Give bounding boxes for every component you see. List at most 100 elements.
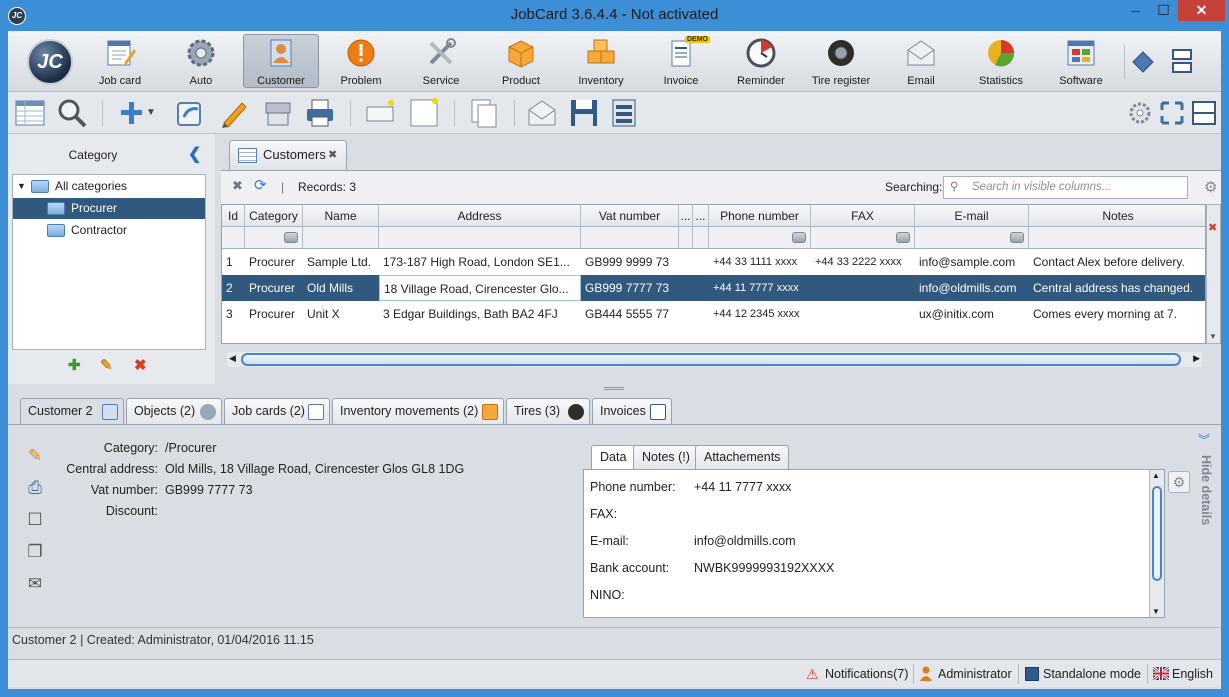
refresh-icon[interactable]: ⟳ (254, 176, 267, 194)
column-header-more-1[interactable]: ... (679, 205, 693, 226)
data-panel-scrollbar[interactable]: ▲ ▼ (1149, 470, 1164, 617)
tree-item-all-categories[interactable]: ▼ All categories (13, 176, 205, 197)
ribbon-email-button[interactable]: Email (883, 34, 959, 88)
ribbon-software-button[interactable]: Software (1043, 34, 1119, 88)
jobcard-logo[interactable]: JC (27, 39, 73, 85)
settings-gear-icon[interactable] (1124, 97, 1156, 129)
ribbon-tire-register-button[interactable]: Tire register (803, 34, 879, 88)
ribbon-job-card-button[interactable]: Job card (82, 34, 158, 88)
add-category-icon[interactable]: ✚ (68, 356, 81, 374)
tab-invoices[interactable]: Invoices (592, 398, 672, 424)
tab-job-cards[interactable]: Job cards (2) (224, 398, 330, 424)
grid-vertical-scrollbar[interactable]: ✖ ▼ (1206, 204, 1221, 344)
scroll-down-icon[interactable]: ▼ (1209, 332, 1217, 341)
filter-cell[interactable] (245, 227, 303, 248)
fullscreen-icon[interactable] (1156, 97, 1188, 129)
column-header-vat-number[interactable]: Vat number (581, 205, 679, 226)
save-icon[interactable] (568, 97, 600, 129)
clear-filter-icon[interactable]: ✖ (232, 178, 243, 194)
layout-icon[interactable] (1167, 46, 1199, 78)
tab-objects[interactable]: Objects (2) (126, 398, 222, 424)
maximize-button[interactable]: ☐ (1150, 0, 1177, 21)
horizontal-splitter-grip[interactable] (604, 387, 624, 390)
table-row[interactable]: 3 Procurer Unit X 3 Edgar Buildings, Bat… (222, 301, 1205, 327)
chevron-down-icon[interactable]: ▼ (144, 97, 158, 129)
filter-cell[interactable] (1029, 227, 1205, 248)
column-header-email[interactable]: E-mail (915, 205, 1029, 226)
tree-item-procurer[interactable]: Procurer (13, 198, 205, 219)
duplicate-icon[interactable] (468, 97, 500, 129)
close-button[interactable]: ✕ (1178, 0, 1225, 21)
clear-icon[interactable]: ✖ (1208, 221, 1217, 234)
scroll-thumb[interactable] (241, 353, 1181, 366)
filter-cell[interactable] (709, 227, 811, 248)
envelope-send-icon[interactable] (526, 97, 558, 129)
ribbon-service-button[interactable]: Service (403, 34, 479, 88)
tab-tires[interactable]: Tires (3) (506, 398, 590, 424)
envelope-icon[interactable]: ✉ (24, 573, 46, 595)
tree-expand-icon[interactable]: ▼ (17, 176, 26, 197)
mode-indicator[interactable]: Standalone mode (1023, 665, 1141, 683)
filter-cell[interactable] (679, 227, 693, 248)
delete-shredder-icon[interactable] (262, 97, 294, 129)
filter-icon[interactable] (284, 232, 298, 243)
hide-details-toggle[interactable]: Hide details (1197, 455, 1213, 525)
tab-customers[interactable]: Customers ✖ (229, 140, 347, 170)
subtab-notes[interactable]: Notes (!) (633, 445, 699, 469)
column-header-category[interactable]: Category (245, 205, 303, 226)
table-row-selected[interactable]: 2 Procurer Old Mills 18 Village Road, Ci… (222, 275, 1205, 301)
minimize-button[interactable]: – (1122, 0, 1149, 21)
ribbon-reminder-button[interactable]: Reminder (723, 34, 799, 88)
note-new-icon[interactable] (408, 97, 440, 129)
filter-cell[interactable] (915, 227, 1029, 248)
cell-address-focused[interactable]: 18 Village Road, Cirencester Glo... (379, 275, 581, 301)
scroll-right-icon[interactable]: ▶ (1193, 353, 1200, 364)
filter-cell[interactable] (693, 227, 709, 248)
label-new-icon[interactable] (364, 97, 396, 129)
scroll-up-icon[interactable]: ▲ (1152, 471, 1160, 480)
subtab-attachements[interactable]: Attachements (695, 445, 790, 469)
ribbon-product-button[interactable]: Product (483, 34, 559, 88)
diamond-icon[interactable] (1127, 46, 1159, 78)
grid-horizontal-scrollbar[interactable]: ◀ ▶ (227, 352, 1202, 367)
column-header-name[interactable]: Name (303, 205, 379, 226)
data-settings-icon[interactable]: ⚙ (1168, 471, 1190, 493)
ribbon-invoice-button[interactable]: DEMO Invoice (643, 34, 719, 88)
column-header-more-2[interactable]: ... (693, 205, 709, 226)
grid-settings-icon[interactable]: ⚙ (1204, 178, 1217, 196)
filter-cell[interactable] (303, 227, 379, 248)
ribbon-statistics-button[interactable]: Statistics (963, 34, 1039, 88)
panel-layout-icon[interactable] (1188, 97, 1220, 129)
table-row[interactable]: 1 Procurer Sample Ltd. 173-187 High Road… (222, 249, 1205, 275)
scroll-thumb[interactable] (1152, 486, 1162, 581)
collapse-panel-icon[interactable]: ❮ (188, 144, 202, 163)
scroll-left-icon[interactable]: ◀ (229, 353, 236, 364)
tree-item-contractor[interactable]: Contractor (13, 220, 205, 241)
filter-icon[interactable] (1010, 232, 1024, 243)
delete-category-icon[interactable]: ✖ (134, 356, 147, 374)
ribbon-auto-button[interactable]: Auto (163, 34, 239, 88)
collapse-details-icon[interactable]: ︾ (1198, 431, 1210, 448)
filter-icon[interactable] (896, 232, 910, 243)
ribbon-customer-button[interactable]: Customer (243, 34, 319, 88)
ribbon-problem-button[interactable]: Problem (323, 34, 399, 88)
filter-cell[interactable] (581, 227, 679, 248)
column-header-phone-number[interactable]: Phone number (709, 205, 811, 226)
scroll-down-icon[interactable]: ▼ (1152, 607, 1160, 616)
language-button[interactable]: English (1152, 665, 1213, 683)
column-header-fax[interactable]: FAX (811, 205, 915, 226)
column-header-address[interactable]: Address (379, 205, 581, 226)
copy-record-icon[interactable] (174, 97, 206, 129)
search-icon[interactable] (56, 97, 88, 129)
edit-pencil-icon[interactable] (218, 97, 250, 129)
tab-inventory-movements[interactable]: Inventory movements (2) (332, 398, 504, 424)
duplicate-icon[interactable]: ❐ (24, 541, 46, 563)
edit-category-icon[interactable]: ✎ (100, 356, 113, 374)
tab-customer-2[interactable]: Customer 2 (20, 398, 124, 424)
filter-icon[interactable] (792, 232, 806, 243)
close-tab-icon[interactable]: ✖ (328, 141, 337, 169)
notifications-button[interactable]: ⚠ Notifications(7) (805, 665, 908, 683)
subtab-data[interactable]: Data (591, 445, 636, 469)
filter-cell[interactable] (379, 227, 581, 248)
table-view-icon[interactable] (14, 97, 46, 129)
